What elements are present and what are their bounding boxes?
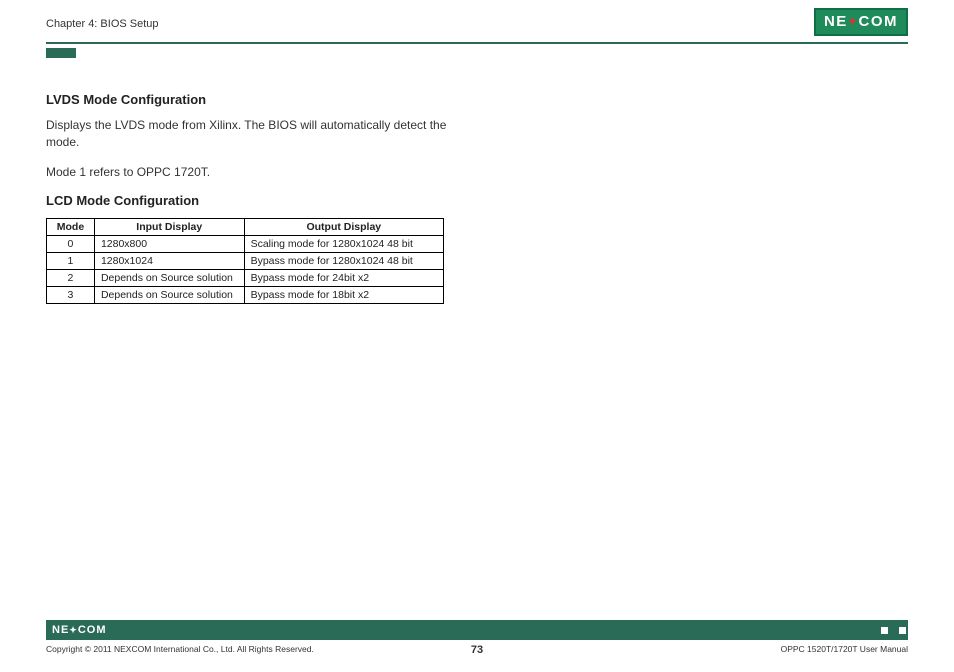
- footer-squares-icon: [881, 627, 906, 634]
- cell-mode: 1: [47, 253, 95, 270]
- cell-output: Scaling mode for 1280x1024 48 bit: [244, 236, 443, 253]
- header-rule: [46, 42, 908, 44]
- cell-mode: 3: [47, 287, 95, 304]
- table-header-row: Mode Input Display Output Display: [47, 219, 444, 236]
- chapter-title: Chapter 4: BIOS Setup: [46, 18, 159, 30]
- copyright-text: Copyright © 2011 NEXCOM International Co…: [46, 644, 314, 654]
- cell-output: Bypass mode for 18bit x2: [244, 287, 443, 304]
- manual-name: OPPC 1520T/1720T User Manual: [781, 644, 908, 654]
- lvds-para-1: Displays the LVDS mode from Xilinx. The …: [46, 117, 476, 152]
- footer-logo: NE✦COM: [52, 624, 107, 636]
- table-row: 1 1280x1024 Bypass mode for 1280x1024 48…: [47, 253, 444, 270]
- table-row: 0 1280x800 Scaling mode for 1280x1024 48…: [47, 236, 444, 253]
- logo-text: NE✦COM: [824, 13, 898, 30]
- col-input: Input Display: [94, 219, 244, 236]
- cell-output: Bypass mode for 24bit x2: [244, 270, 443, 287]
- header-tab: [46, 48, 76, 58]
- table-row: 2 Depends on Source solution Bypass mode…: [47, 270, 444, 287]
- col-mode: Mode: [47, 219, 95, 236]
- lcd-mode-table: Mode Input Display Output Display 0 1280…: [46, 218, 444, 304]
- lcd-section-title: LCD Mode Configuration: [46, 193, 476, 208]
- cell-input: Depends on Source solution: [94, 270, 244, 287]
- cell-input: Depends on Source solution: [94, 287, 244, 304]
- cell-input: 1280x1024: [94, 253, 244, 270]
- cell-input: 1280x800: [94, 236, 244, 253]
- lvds-section-title: LVDS Mode Configuration: [46, 92, 476, 107]
- cell-mode: 2: [47, 270, 95, 287]
- col-output: Output Display: [244, 219, 443, 236]
- cell-output: Bypass mode for 1280x1024 48 bit: [244, 253, 443, 270]
- page-number: 73: [471, 644, 483, 656]
- lvds-para-2: Mode 1 refers to OPPC 1720T.: [46, 164, 476, 181]
- table-row: 3 Depends on Source solution Bypass mode…: [47, 287, 444, 304]
- cell-mode: 0: [47, 236, 95, 253]
- brand-logo-top: NE✦COM: [814, 8, 908, 36]
- footer-bar: NE✦COM: [46, 620, 908, 640]
